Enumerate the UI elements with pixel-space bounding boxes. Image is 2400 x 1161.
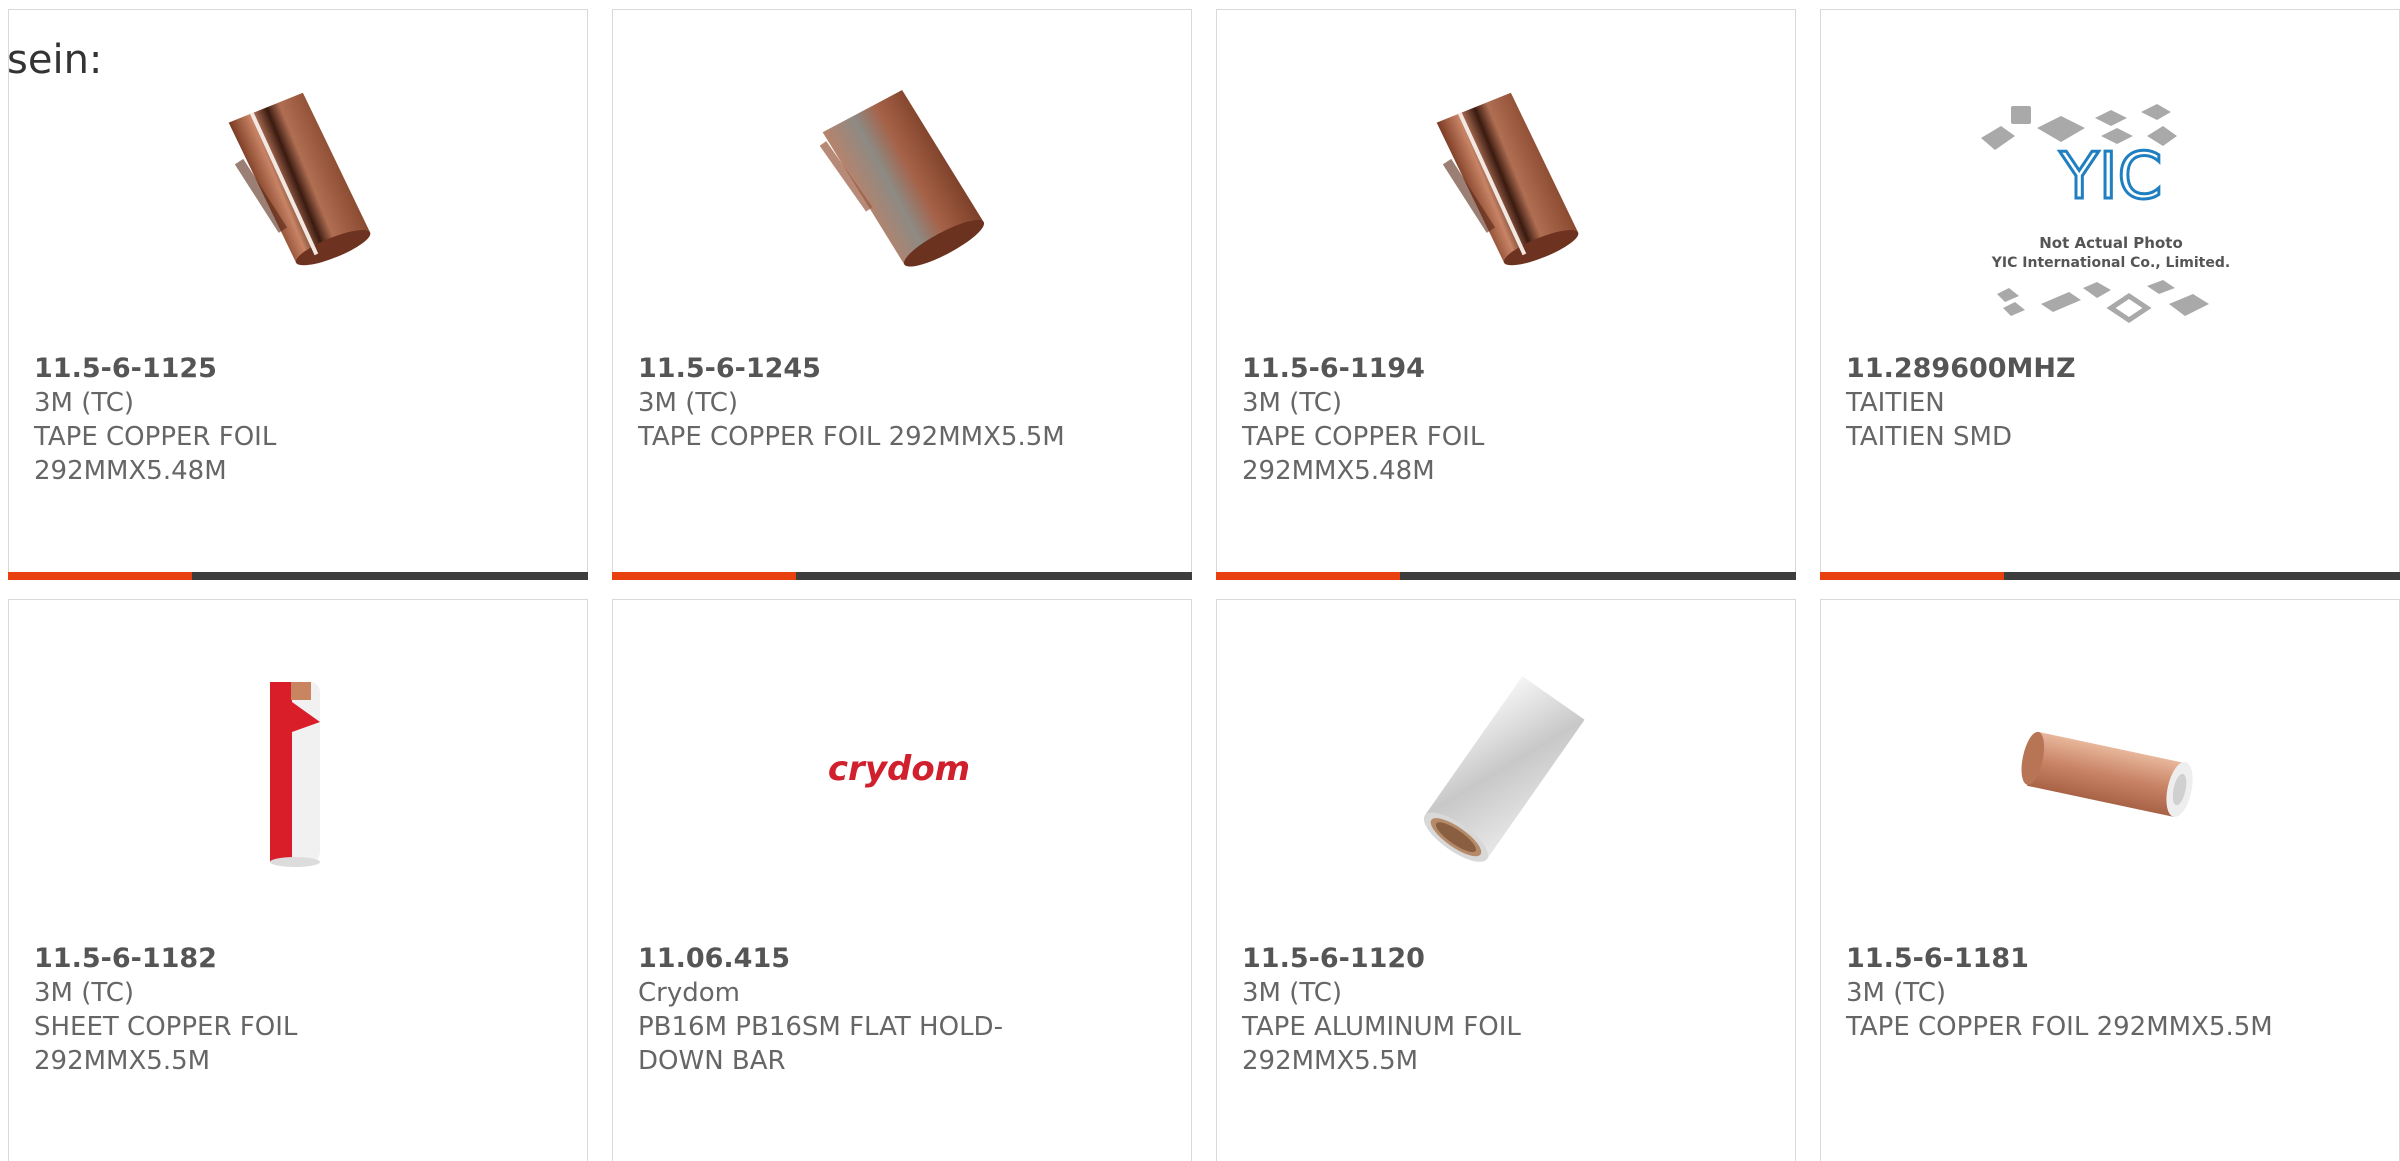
product-info: 11.5-6-1120 3M (TC) TAPE ALUMINUM FOIL 2… bbox=[1242, 942, 1762, 1078]
product-image[interactable] bbox=[195, 82, 395, 278]
progress-bar-accent bbox=[612, 572, 796, 580]
product-card[interactable]: 11.5-6-1245 3M (TC) TAPE COPPER FOIL 292… bbox=[612, 9, 1192, 580]
product-card[interactable]: YIC Not Actual Photo YIC International C… bbox=[1820, 9, 2400, 580]
product-info: 11.5-6-1125 3M (TC) TAPE COPPER FOIL 292… bbox=[34, 352, 554, 488]
progress-bar bbox=[8, 572, 588, 580]
manufacturer: TAITIEN bbox=[1846, 388, 1945, 418]
manufacturer: 3M (TC) bbox=[638, 388, 739, 418]
aluminum-foil-roll-icon bbox=[1423, 676, 1585, 862]
product-image[interactable] bbox=[195, 672, 395, 868]
description: TAITIEN SMD bbox=[1846, 422, 2012, 452]
part-number[interactable]: 11.5-6-1120 bbox=[1242, 942, 1762, 976]
description: TAPE COPPER FOIL 292MMX5.5M bbox=[1846, 1012, 2273, 1042]
copper-foil-roll-icon bbox=[228, 92, 371, 266]
progress-bar bbox=[612, 572, 1192, 580]
description: TAPE ALUMINUM FOIL 292MMX5.5M bbox=[1242, 1012, 1521, 1076]
part-number[interactable]: 11.5-6-1245 bbox=[638, 352, 1158, 386]
product-image[interactable] bbox=[1403, 672, 1603, 868]
page-fragment-text: sein: bbox=[7, 37, 103, 83]
product-image[interactable] bbox=[799, 82, 999, 278]
product-info: 11.5-6-1181 3M (TC) TAPE COPPER FOIL 292… bbox=[1846, 942, 2366, 1044]
manufacturer: 3M (TC) bbox=[1242, 978, 1343, 1008]
crydom-logo-icon: crydom bbox=[828, 749, 970, 789]
part-number[interactable]: 11.06.415 bbox=[638, 942, 1158, 976]
copper-foil-roll-icon bbox=[2021, 731, 2193, 818]
progress-bar bbox=[1216, 572, 1796, 580]
description: SHEET COPPER FOIL 292MMX5.5M bbox=[34, 1012, 298, 1076]
progress-bar-accent bbox=[1820, 572, 2004, 580]
svg-text:Not Actual Photo: Not Actual Photo bbox=[2039, 234, 2183, 252]
yic-logo-text: YIC bbox=[2059, 140, 2163, 214]
progress-bar-accent bbox=[8, 572, 192, 580]
manufacturer: 3M (TC) bbox=[34, 978, 135, 1008]
product-image[interactable]: crydom bbox=[799, 672, 999, 868]
product-card[interactable]: 11.5-6-1194 3M (TC) TAPE COPPER FOIL 292… bbox=[1216, 9, 1796, 580]
product-card[interactable]: 11.5-6-1125 3M (TC) TAPE COPPER FOIL 292… bbox=[8, 9, 588, 580]
product-info: 11.5-6-1245 3M (TC) TAPE COPPER FOIL 292… bbox=[638, 352, 1158, 454]
product-info: 11.289600MHZ TAITIEN TAITIEN SMD bbox=[1846, 352, 2366, 454]
product-card[interactable]: crydom 11.06.415 Crydom PB16M PB16SM FLA… bbox=[612, 599, 1192, 1161]
manufacturer: 3M (TC) bbox=[34, 388, 135, 418]
manufacturer: 3M (TC) bbox=[1242, 388, 1343, 418]
copper-foil-roll-icon bbox=[1436, 92, 1579, 266]
svg-text:YIC International Co., Limited: YIC International Co., Limited. bbox=[1991, 255, 2230, 271]
product-card[interactable]: 11.5-6-1181 3M (TC) TAPE COPPER FOIL 292… bbox=[1820, 599, 2400, 1161]
part-number[interactable]: 11.5-6-1181 bbox=[1846, 942, 2366, 976]
description: PB16M PB16SM FLAT HOLD-DOWN BAR bbox=[638, 1012, 1003, 1076]
manufacturer: 3M (TC) bbox=[1846, 978, 1947, 1008]
product-info: 11.06.415 Crydom PB16M PB16SM FLAT HOLD-… bbox=[638, 942, 1158, 1078]
part-number[interactable]: 11.5-6-1125 bbox=[34, 352, 554, 386]
progress-bar bbox=[1820, 572, 2400, 580]
not-actual-photo-placeholder-icon: YIC Not Actual Photo YIC International C… bbox=[1981, 104, 2230, 324]
product-grid: 11.5-6-1125 3M (TC) TAPE COPPER FOIL 292… bbox=[0, 0, 2400, 1161]
description: TAPE COPPER FOIL 292MMX5.5M bbox=[638, 422, 1065, 452]
svg-text:crydom: crydom bbox=[828, 749, 970, 789]
manufacturer: Crydom bbox=[638, 978, 740, 1008]
product-image[interactable] bbox=[1403, 82, 1603, 278]
product-card[interactable]: 11.5-6-1182 3M (TC) SHEET COPPER FOIL 29… bbox=[8, 599, 588, 1161]
product-image[interactable]: YIC Not Actual Photo YIC International C… bbox=[1971, 98, 2251, 338]
description: TAPE COPPER FOIL 292MMX5.48M bbox=[34, 422, 277, 486]
copper-foil-roll-icon bbox=[819, 90, 985, 267]
part-number[interactable]: 11.289600MHZ bbox=[1846, 352, 2366, 386]
part-number[interactable]: 11.5-6-1182 bbox=[34, 942, 554, 976]
progress-bar-accent bbox=[1216, 572, 1400, 580]
product-image[interactable] bbox=[2007, 672, 2207, 868]
product-card[interactable]: 11.5-6-1120 3M (TC) TAPE ALUMINUM FOIL 2… bbox=[1216, 599, 1796, 1161]
product-info: 11.5-6-1182 3M (TC) SHEET COPPER FOIL 29… bbox=[34, 942, 554, 1078]
part-number[interactable]: 11.5-6-1194 bbox=[1242, 352, 1762, 386]
description: TAPE COPPER FOIL 292MMX5.48M bbox=[1242, 422, 1485, 486]
copper-sheet-roll-icon bbox=[270, 682, 320, 867]
product-info: 11.5-6-1194 3M (TC) TAPE COPPER FOIL 292… bbox=[1242, 352, 1762, 488]
